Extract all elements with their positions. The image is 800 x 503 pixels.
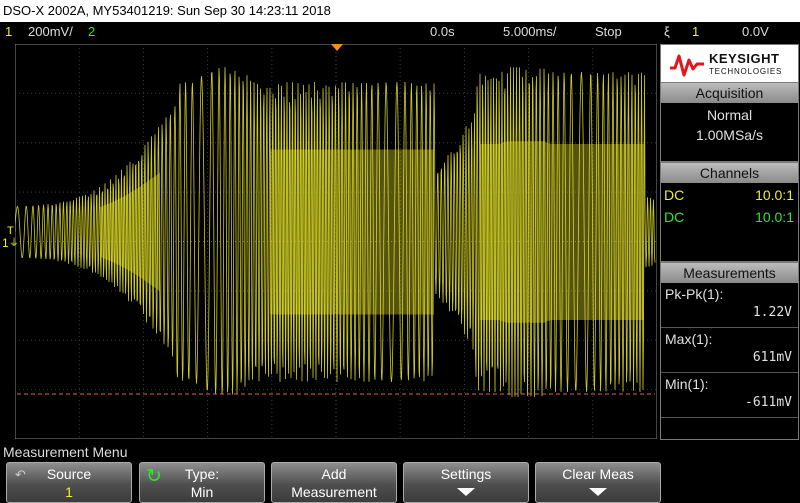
channel-2-row: DC 10.0:1: [661, 206, 798, 228]
measurements-panel[interactable]: Measurements Pk-Pk(1): 1.22V Max(1): 611mV M…: [660, 262, 799, 440]
measurement-value: 1.22V: [752, 305, 792, 320]
channel-1-scale[interactable]: 200mV/: [28, 22, 73, 42]
settings-softkey[interactable]: Settings: [403, 462, 529, 503]
measurement-value: 611mV: [752, 350, 792, 365]
channel-2-number[interactable]: 2: [88, 22, 95, 42]
add-measurement-line2: Measurement: [291, 484, 377, 500]
keysight-wave-icon: [670, 54, 704, 77]
source-value: 1: [65, 484, 73, 500]
measurement-label: Max(1):: [665, 331, 713, 347]
horizontal-delay[interactable]: 0.0s: [430, 22, 455, 42]
measurement-item[interactable]: Max(1): 611mV: [661, 328, 798, 373]
add-measurement-line1: Add: [321, 466, 347, 482]
brand-name: KEYSIGHT: [709, 51, 780, 66]
channel-2-coupling: DC: [664, 209, 685, 225]
submenu-arrow-icon: [589, 488, 607, 496]
acquisition-mode: Normal: [706, 107, 753, 123]
keysight-logo: KEYSIGHT TECHNOLOGIES: [660, 44, 799, 84]
menu-title: Measurement Menu: [3, 444, 128, 460]
trigger-edge-icon: ξ: [664, 24, 670, 39]
settings-label: Settings: [440, 466, 492, 482]
channel-1-row: DC 10.0:1: [661, 184, 798, 206]
acquisition-header: Acquisition: [661, 83, 798, 103]
run-state[interactable]: Stop: [595, 22, 622, 42]
timebase-scale[interactable]: 5.000ms/: [503, 22, 556, 42]
measurement-item[interactable]: Pk-Pk(1): 1.22V: [661, 283, 798, 328]
measurement-label: Min(1):: [665, 376, 709, 392]
clear-meas-label: Clear Meas: [562, 466, 634, 482]
brand-subtitle: TECHNOLOGIES: [709, 67, 783, 76]
window-title: DSO-X 2002A, MY53401219: Sun Sep 30 14:2…: [0, 0, 800, 22]
trigger-channel[interactable]: 1: [692, 22, 699, 42]
channel-2-probe: 10.0:1: [755, 209, 794, 225]
type-softkey[interactable]: ↻ Type: Min: [139, 462, 265, 503]
trigger-level[interactable]: 0.0V: [742, 22, 769, 42]
entry-knob-icon: ↻: [146, 466, 162, 487]
source-softkey[interactable]: ↶ Source 1: [6, 462, 132, 503]
channels-header: Channels: [661, 163, 798, 183]
side-panel: KEYSIGHT TECHNOLOGIES Acquisition Normal…: [660, 44, 800, 440]
measurement-list: Pk-Pk(1): 1.22V Max(1): 611mV Min(1): -611mV: [661, 283, 798, 418]
measurement-value: -611mV: [745, 395, 792, 410]
status-bar: 1 200mV/ 2 0.0s 5.000ms/ Stop ξ 1 0.0V: [0, 22, 800, 42]
ground-icon: ⏚: [9, 238, 19, 249]
measurement-item[interactable]: Min(1): -611mV: [661, 373, 798, 418]
sample-rate: 1.00MSa/s: [696, 127, 763, 143]
add-measurement-softkey[interactable]: Add Measurement: [271, 462, 397, 503]
clear-meas-softkey[interactable]: Clear Meas: [535, 462, 661, 503]
channels-panel[interactable]: Channels DC 10.0:1 DC 10.0:1: [660, 162, 799, 262]
channel-1-ground-marker[interactable]: 1: [2, 237, 9, 249]
waveform-display[interactable]: [15, 44, 657, 439]
measurements-header: Measurements: [661, 263, 798, 283]
submenu-arrow-icon: [457, 488, 475, 496]
channel-1-probe: 10.0:1: [755, 187, 794, 203]
return-arrow-icon: ↶: [15, 467, 26, 482]
channel-1-coupling: DC: [664, 187, 685, 203]
measurement-label: Pk-Pk(1):: [665, 286, 724, 302]
acquisition-panel[interactable]: Acquisition Normal 1.00MSa/s: [660, 82, 799, 162]
channel-1-number[interactable]: 1: [5, 22, 12, 42]
